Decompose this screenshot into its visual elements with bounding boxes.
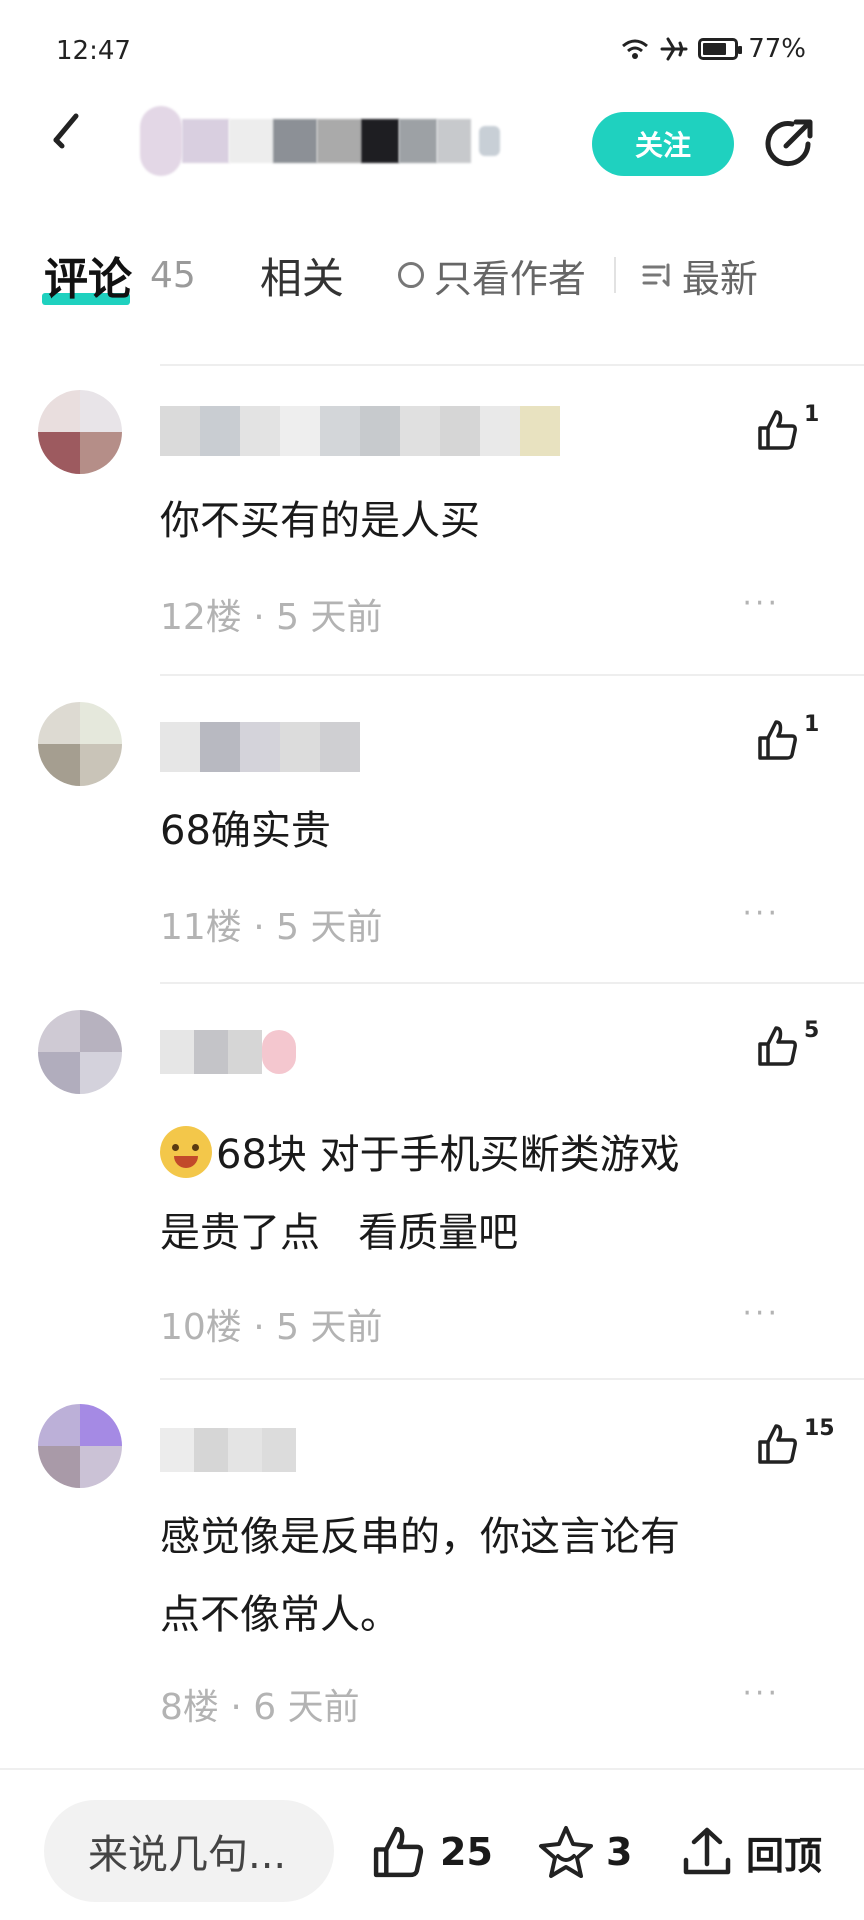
comment-meta: 11楼 · 5 天前 <box>160 907 383 948</box>
comment-time: 5 天前 <box>276 597 383 638</box>
comment-text-line: 68块 对于手机买断类游戏 <box>216 1132 680 1178</box>
comment-meta: 10楼 · 5 天前 <box>160 1307 383 1348</box>
floor-number: 10楼 <box>160 1307 242 1348</box>
radio-icon <box>397 262 424 288</box>
divider <box>160 674 864 676</box>
like-count: 15 <box>804 1416 835 1441</box>
avatar[interactable] <box>38 702 122 786</box>
author-name-redacted[interactable] <box>140 102 500 180</box>
thumbs-up-icon <box>758 720 797 760</box>
comment-count: 45 <box>150 254 196 296</box>
more-options-button[interactable]: ··· <box>742 1296 780 1331</box>
floor-number: 12楼 <box>160 597 242 638</box>
star-icon <box>539 1826 593 1878</box>
airplane-icon <box>660 37 688 61</box>
comment-time: 5 天前 <box>276 1307 383 1348</box>
more-options-button[interactable]: ··· <box>742 586 780 621</box>
bottom-like-count: 25 <box>440 1830 493 1874</box>
comment-time: 6 天前 <box>253 1687 360 1728</box>
back-button[interactable] <box>48 110 98 170</box>
tab-related[interactable]: 相关 <box>260 245 344 306</box>
sort-label: 最新 <box>681 256 758 301</box>
share-icon <box>765 119 813 167</box>
comment-text: 感觉像是反串的，你这言论有 点不像常人。 <box>160 1498 804 1654</box>
status-time: 12:47 <box>56 36 131 66</box>
floor-number: 11楼 <box>160 907 242 948</box>
like-button[interactable]: 1 <box>756 712 819 762</box>
tab-comments-label: 评论 <box>44 254 132 305</box>
thumbs-up-icon <box>373 1826 424 1878</box>
comment-meta: 12楼 · 5 天前 <box>160 597 383 638</box>
sort-dropdown[interactable]: 最新 <box>642 248 758 303</box>
like-count: 1 <box>804 712 820 737</box>
back-to-top-label: 回顶 <box>746 1833 823 1878</box>
like-button[interactable]: 1 <box>756 402 819 452</box>
bottom-bar-divider <box>0 1768 864 1770</box>
avatar[interactable] <box>38 1010 122 1094</box>
thumbs-up-icon <box>758 1424 797 1464</box>
like-count: 5 <box>804 1018 820 1043</box>
back-arrow-icon <box>53 113 79 149</box>
battery-icon <box>698 38 743 60</box>
comment-text: 68块 对于手机买断类游戏 是贵了点 看质量吧 <box>160 1116 804 1272</box>
avatar[interactable] <box>38 1404 122 1488</box>
wifi-icon <box>622 39 649 59</box>
like-button[interactable]: 5 <box>756 1018 819 1068</box>
comment-tabs: 评论 45 相关 只看作者 最新 <box>42 240 824 310</box>
follow-button[interactable]: 关注 <box>592 112 734 176</box>
comment-text: 你不买有的是人买 <box>160 498 480 544</box>
author-only-toggle[interactable]: 只看作者 <box>397 248 586 303</box>
author-only-label: 只看作者 <box>433 256 586 301</box>
divider <box>160 1378 864 1380</box>
comment-time: 5 天前 <box>276 907 383 948</box>
back-to-top-button[interactable]: 回顶 <box>680 1824 822 1880</box>
more-options-button[interactable]: ··· <box>742 1676 780 1711</box>
more-options-button[interactable]: ··· <box>742 896 780 931</box>
comment-text-line: 是贵了点 看质量吧 <box>160 1210 519 1256</box>
divider <box>160 982 864 984</box>
share-button[interactable] <box>760 114 820 174</box>
like-count: 1 <box>804 402 820 427</box>
thumbs-up-icon <box>758 1026 797 1066</box>
thumbs-up-icon <box>758 410 797 450</box>
emoji-icon <box>160 1126 212 1178</box>
floor-number: 8楼 <box>160 1687 219 1728</box>
username-redacted[interactable] <box>160 722 360 772</box>
upload-arrow-icon <box>683 1827 731 1875</box>
tab-separator <box>613 257 616 293</box>
comment-input[interactable]: 来说几句... <box>44 1800 334 1902</box>
username-redacted[interactable] <box>160 406 560 456</box>
comment-text-line: 点不像常人。 <box>160 1592 400 1638</box>
battery-percent: 77% <box>748 34 806 64</box>
like-button[interactable]: 15 <box>756 1416 835 1466</box>
username-redacted[interactable] <box>160 1428 296 1472</box>
comment-meta: 8楼 · 6 天前 <box>160 1687 360 1728</box>
comment-text-line: 感觉像是反串的，你这言论有 <box>160 1514 680 1560</box>
avatar[interactable] <box>38 390 122 474</box>
favorite-count: 3 <box>606 1830 633 1874</box>
comment-text: 68确实贵 <box>160 808 331 854</box>
username-redacted[interactable] <box>160 1030 296 1074</box>
sort-icon <box>642 263 670 287</box>
favorite-button[interactable]: 3 <box>536 1824 632 1880</box>
divider <box>160 364 864 366</box>
status-icons: 77% <box>620 34 806 64</box>
bottom-like-button[interactable]: 25 <box>370 1824 493 1880</box>
tab-comments[interactable]: 评论 <box>42 243 132 307</box>
